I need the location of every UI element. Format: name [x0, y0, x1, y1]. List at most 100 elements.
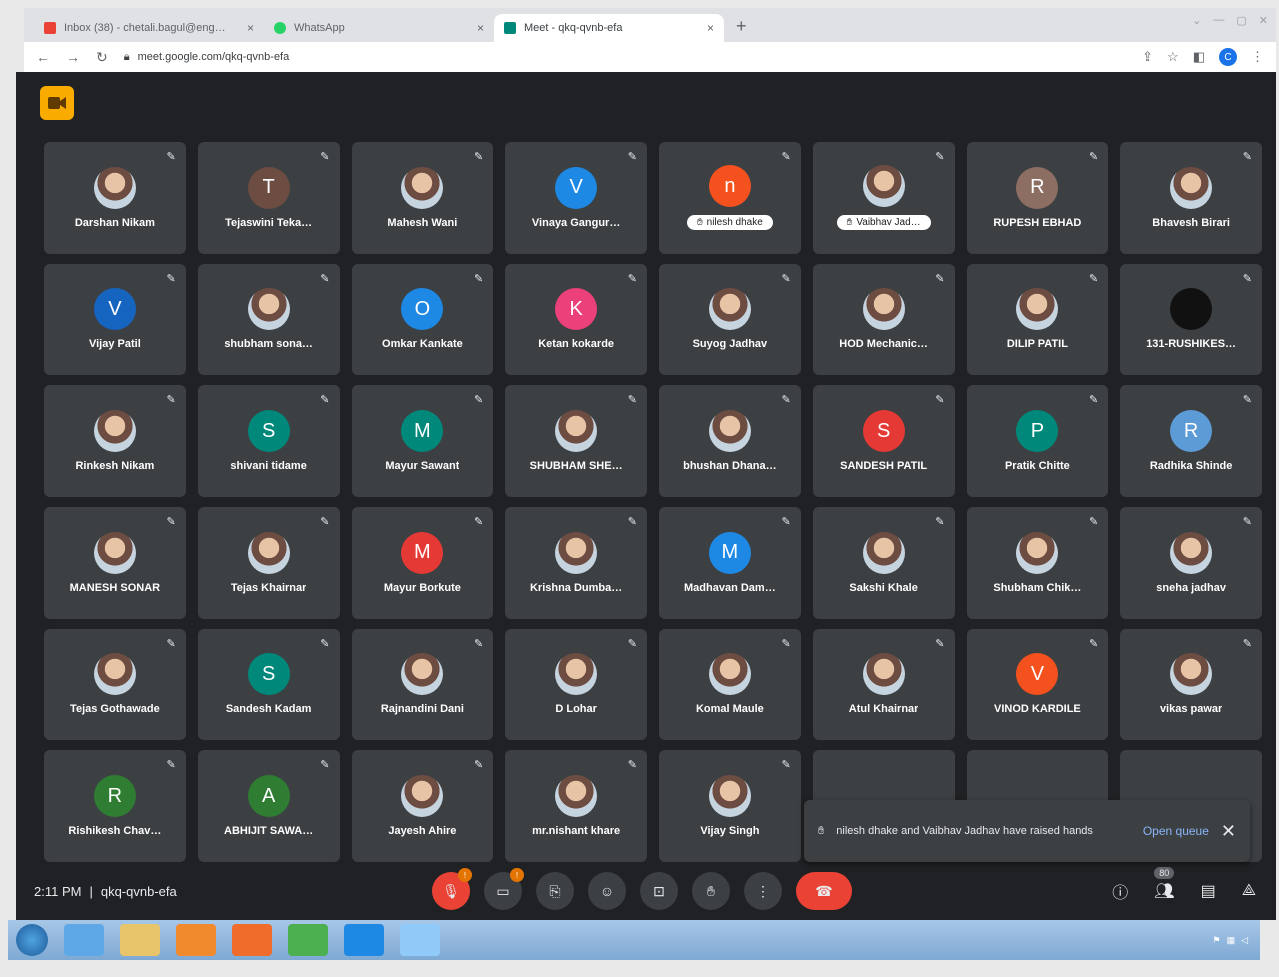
media-player-icon[interactable]: [176, 924, 216, 956]
participant-avatar: V: [555, 166, 598, 209]
participant-tile-tejaswini-teka[interactable]: ✎ T Tejaswini Teka…: [197, 142, 340, 254]
participant-tile-vinod-kardile[interactable]: ✎ V VINOD KARDILE: [966, 628, 1109, 741]
profile-avatar[interactable]: C: [1219, 48, 1237, 66]
chrome-icon[interactable]: [288, 924, 328, 956]
raise-hand-button[interactable]: ✋︎: [692, 872, 730, 910]
participant-tile-mayur-borkute[interactable]: ✎ M Mayur Borkute: [351, 506, 494, 619]
back-icon[interactable]: ←: [36, 49, 50, 65]
participant-tile-sandesh-kadam[interactable]: ✎ S Sandesh Kadam: [197, 628, 340, 741]
reload-icon[interactable]: ↻: [96, 49, 108, 66]
close-tab-icon[interactable]: ×: [707, 21, 714, 35]
participant-tile-bhushan-dhana[interactable]: ✎ bhushan Dhana…: [659, 385, 801, 497]
bookmark-star-icon[interactable]: ☆: [1167, 49, 1179, 65]
participant-name: SANDESH PATIL: [840, 460, 928, 473]
participant-tile-hod-mechanic[interactable]: ✎ HOD Mechanic…: [812, 263, 955, 376]
participant-tile-shivani-tidame[interactable]: ✎ Sshivani tidame: [197, 385, 340, 497]
address-bar[interactable]: 🔒︎ meet.google.com/qkq-qvnb-efa: [124, 51, 1126, 64]
participant-tile-sandesh-patil[interactable]: ✎ S SANDESH PATIL: [812, 385, 955, 497]
mic-toggle-button[interactable]: 🎙︎ !: [432, 868, 472, 910]
participant-tile-nilesh-dhake[interactable]: ✎ n ✋︎ nilesh dhake: [659, 142, 801, 254]
close-tab-icon[interactable]: ×: [247, 21, 254, 35]
mic-muted-icon: ✎: [474, 394, 484, 407]
participant-tile-bhavesh-birari[interactable]: ✎ Bhavesh Birari: [1120, 142, 1262, 254]
participant-tile-mahesh-wani[interactable]: ✎ Mahesh Wani: [351, 142, 494, 254]
participant-tile-rishikesh-chav[interactable]: ✎ R Rishikesh Chav…: [44, 750, 186, 862]
participant-tile-tejas-khairnar[interactable]: ✎ Tejas Khairnar: [197, 506, 340, 619]
firefox-icon[interactable]: [232, 924, 272, 956]
participant-tile-d-lohar[interactable]: ✎ D Lohar: [505, 628, 647, 741]
ie-icon[interactable]: [64, 924, 104, 956]
participant-tile-rinkesh-nikam[interactable]: ✎ Rinkesh Nikam: [44, 385, 186, 497]
participant-tile-mayur-sawant[interactable]: ✎ M Mayur Sawant: [351, 385, 494, 497]
participant-tile-suyog-jadhav[interactable]: ✎ Suyog Jadhav: [659, 263, 801, 376]
chevron-down-icon[interactable]: ⌄: [1192, 14, 1201, 27]
participant-tile-atul-khairnar[interactable]: ✎ Atul Khairnar: [812, 628, 955, 741]
participant-tile-omkar-kankate[interactable]: ✎ O Omkar Kankate: [351, 263, 494, 376]
participant-name: Rajnandini Dani: [380, 703, 464, 716]
participant-avatar: S: [247, 653, 290, 696]
present-button[interactable]: ⊡: [640, 872, 678, 910]
close-tab-icon[interactable]: ×: [477, 21, 484, 35]
windows-start-icon[interactable]: [16, 924, 48, 956]
participant-tile-pratik-chitte[interactable]: ✎ P Pratik Chitte: [966, 385, 1109, 497]
participant-tile-jayesh-ahire[interactable]: ✎ Jayesh Ahire: [351, 750, 494, 862]
participant-tile-radhika-shinde[interactable]: ✎ R Radhika Shinde: [1120, 385, 1262, 497]
participant-tile-rajnandini-dani[interactable]: ✎ Rajnandini Dani: [351, 628, 494, 741]
new-tab-button[interactable]: +: [724, 16, 759, 42]
captions-button[interactable]: ⎘: [536, 872, 574, 910]
meet-logo-icon[interactable]: [40, 86, 74, 120]
share-icon[interactable]: ⇪: [1142, 49, 1153, 65]
open-queue-link[interactable]: Open queue: [1143, 824, 1209, 838]
participant-name: Komal Maule: [695, 703, 764, 716]
edge-icon[interactable]: [344, 924, 384, 956]
close-window-icon[interactable]: ✕: [1259, 14, 1268, 27]
more-options-button[interactable]: ⋮: [744, 872, 782, 910]
tab-whatsapp[interactable]: WhatsApp ×: [264, 14, 494, 42]
participant-tile-vinaya-gangur[interactable]: ✎ V Vinaya Gangur…: [505, 142, 647, 254]
participant-tile-ketan-kokarde[interactable]: ✎ K Ketan kokarde: [505, 263, 647, 376]
participant-tile-manesh-sonar[interactable]: ✎ MANESH SONAR: [44, 506, 186, 619]
participant-tile-darshan-nikam[interactable]: ✎ Darshan Nikam: [44, 142, 186, 254]
participant-tile-shubham-chik[interactable]: ✎ Shubham Chik…: [966, 506, 1109, 619]
volume-icon[interactable]: ◁: [1241, 935, 1248, 946]
leave-call-button[interactable]: ☎︎: [796, 872, 852, 910]
participant-tile-vijay-singh[interactable]: ✎ Vijay Singh: [659, 750, 801, 862]
maximize-icon[interactable]: ▢: [1236, 14, 1246, 27]
close-toast-icon[interactable]: ✕: [1221, 821, 1236, 842]
participant-tile-tejas-gothawade[interactable]: ✎ Tejas Gothawade: [44, 628, 186, 741]
participant-tile-shubham-she[interactable]: ✎ SHUBHAM SHE…: [505, 385, 647, 497]
participant-tile-krishna-dumba[interactable]: ✎ Krishna Dumba…: [505, 506, 647, 619]
forward-icon[interactable]: →: [66, 49, 80, 65]
participant-tile-vaibhav-jad[interactable]: ✎ ✋︎ Vaibhav Jad…: [812, 142, 955, 254]
participant-tile-sneha-jadhav[interactable]: ✎ sneha jadhav: [1120, 506, 1262, 619]
participant-tile-komal-maule[interactable]: ✎ Komal Maule: [659, 628, 801, 741]
kebab-menu-icon[interactable]: ⋮: [1251, 49, 1264, 65]
participant-tile-sakshi-khale[interactable]: ✎ Sakshi Khale: [812, 506, 955, 619]
flag-icon[interactable]: ⚑: [1212, 935, 1220, 946]
participant-tile-vijay-patil[interactable]: ✎ V Vijay Patil: [44, 263, 186, 376]
side-panel-icon[interactable]: ◧: [1193, 49, 1205, 65]
participant-tile-vikas-pawar[interactable]: ✎ vikas pawar: [1120, 628, 1262, 741]
reactions-button[interactable]: ☺: [588, 872, 626, 910]
meeting-details-icon[interactable]: ⓘ: [1112, 879, 1128, 903]
participant-tile-madhavan-dam[interactable]: ✎ M Madhavan Dam…: [659, 506, 801, 619]
camera-toggle-button[interactable]: ▭ !: [484, 868, 524, 910]
participant-name: MANESH SONAR: [69, 581, 161, 594]
minimize-icon[interactable]: —: [1213, 14, 1224, 27]
chat-icon[interactable]: ▤: [1201, 881, 1216, 901]
tab-meet[interactable]: Meet - qkq-qvnb-efa ×: [494, 14, 724, 42]
participant-tile-dilip-patil[interactable]: ✎ DILIP PATIL: [966, 263, 1109, 376]
participant-tile-rupesh-ebhad[interactable]: ✎ R RUPESH EBHAD: [966, 142, 1109, 254]
tab-gmail[interactable]: Inbox (38) - chetali.bagul@eng… ×: [34, 14, 264, 42]
participant-name: Rishikesh Chav…: [68, 825, 162, 838]
participant-tile-131-rushikes[interactable]: ✎ 131-RUSHIKES…: [1120, 263, 1262, 376]
network-icon[interactable]: ▦: [1227, 935, 1236, 946]
participant-tile-abhijit-sawa[interactable]: ✎ A ABHIJIT SAWA…: [197, 750, 340, 862]
participant-avatar: [708, 653, 751, 696]
activities-icon[interactable]: ⟁: [1242, 882, 1256, 900]
participant-tile-mr-nishant-khare[interactable]: ✎ mr.nishant khare: [505, 750, 647, 862]
people-icon[interactable]: 👥︎ 80: [1154, 867, 1175, 901]
app-icon[interactable]: [400, 924, 440, 956]
file-explorer-icon[interactable]: [120, 924, 160, 956]
participant-tile-shubham-sona[interactable]: ✎ shubham sona…: [197, 263, 340, 376]
